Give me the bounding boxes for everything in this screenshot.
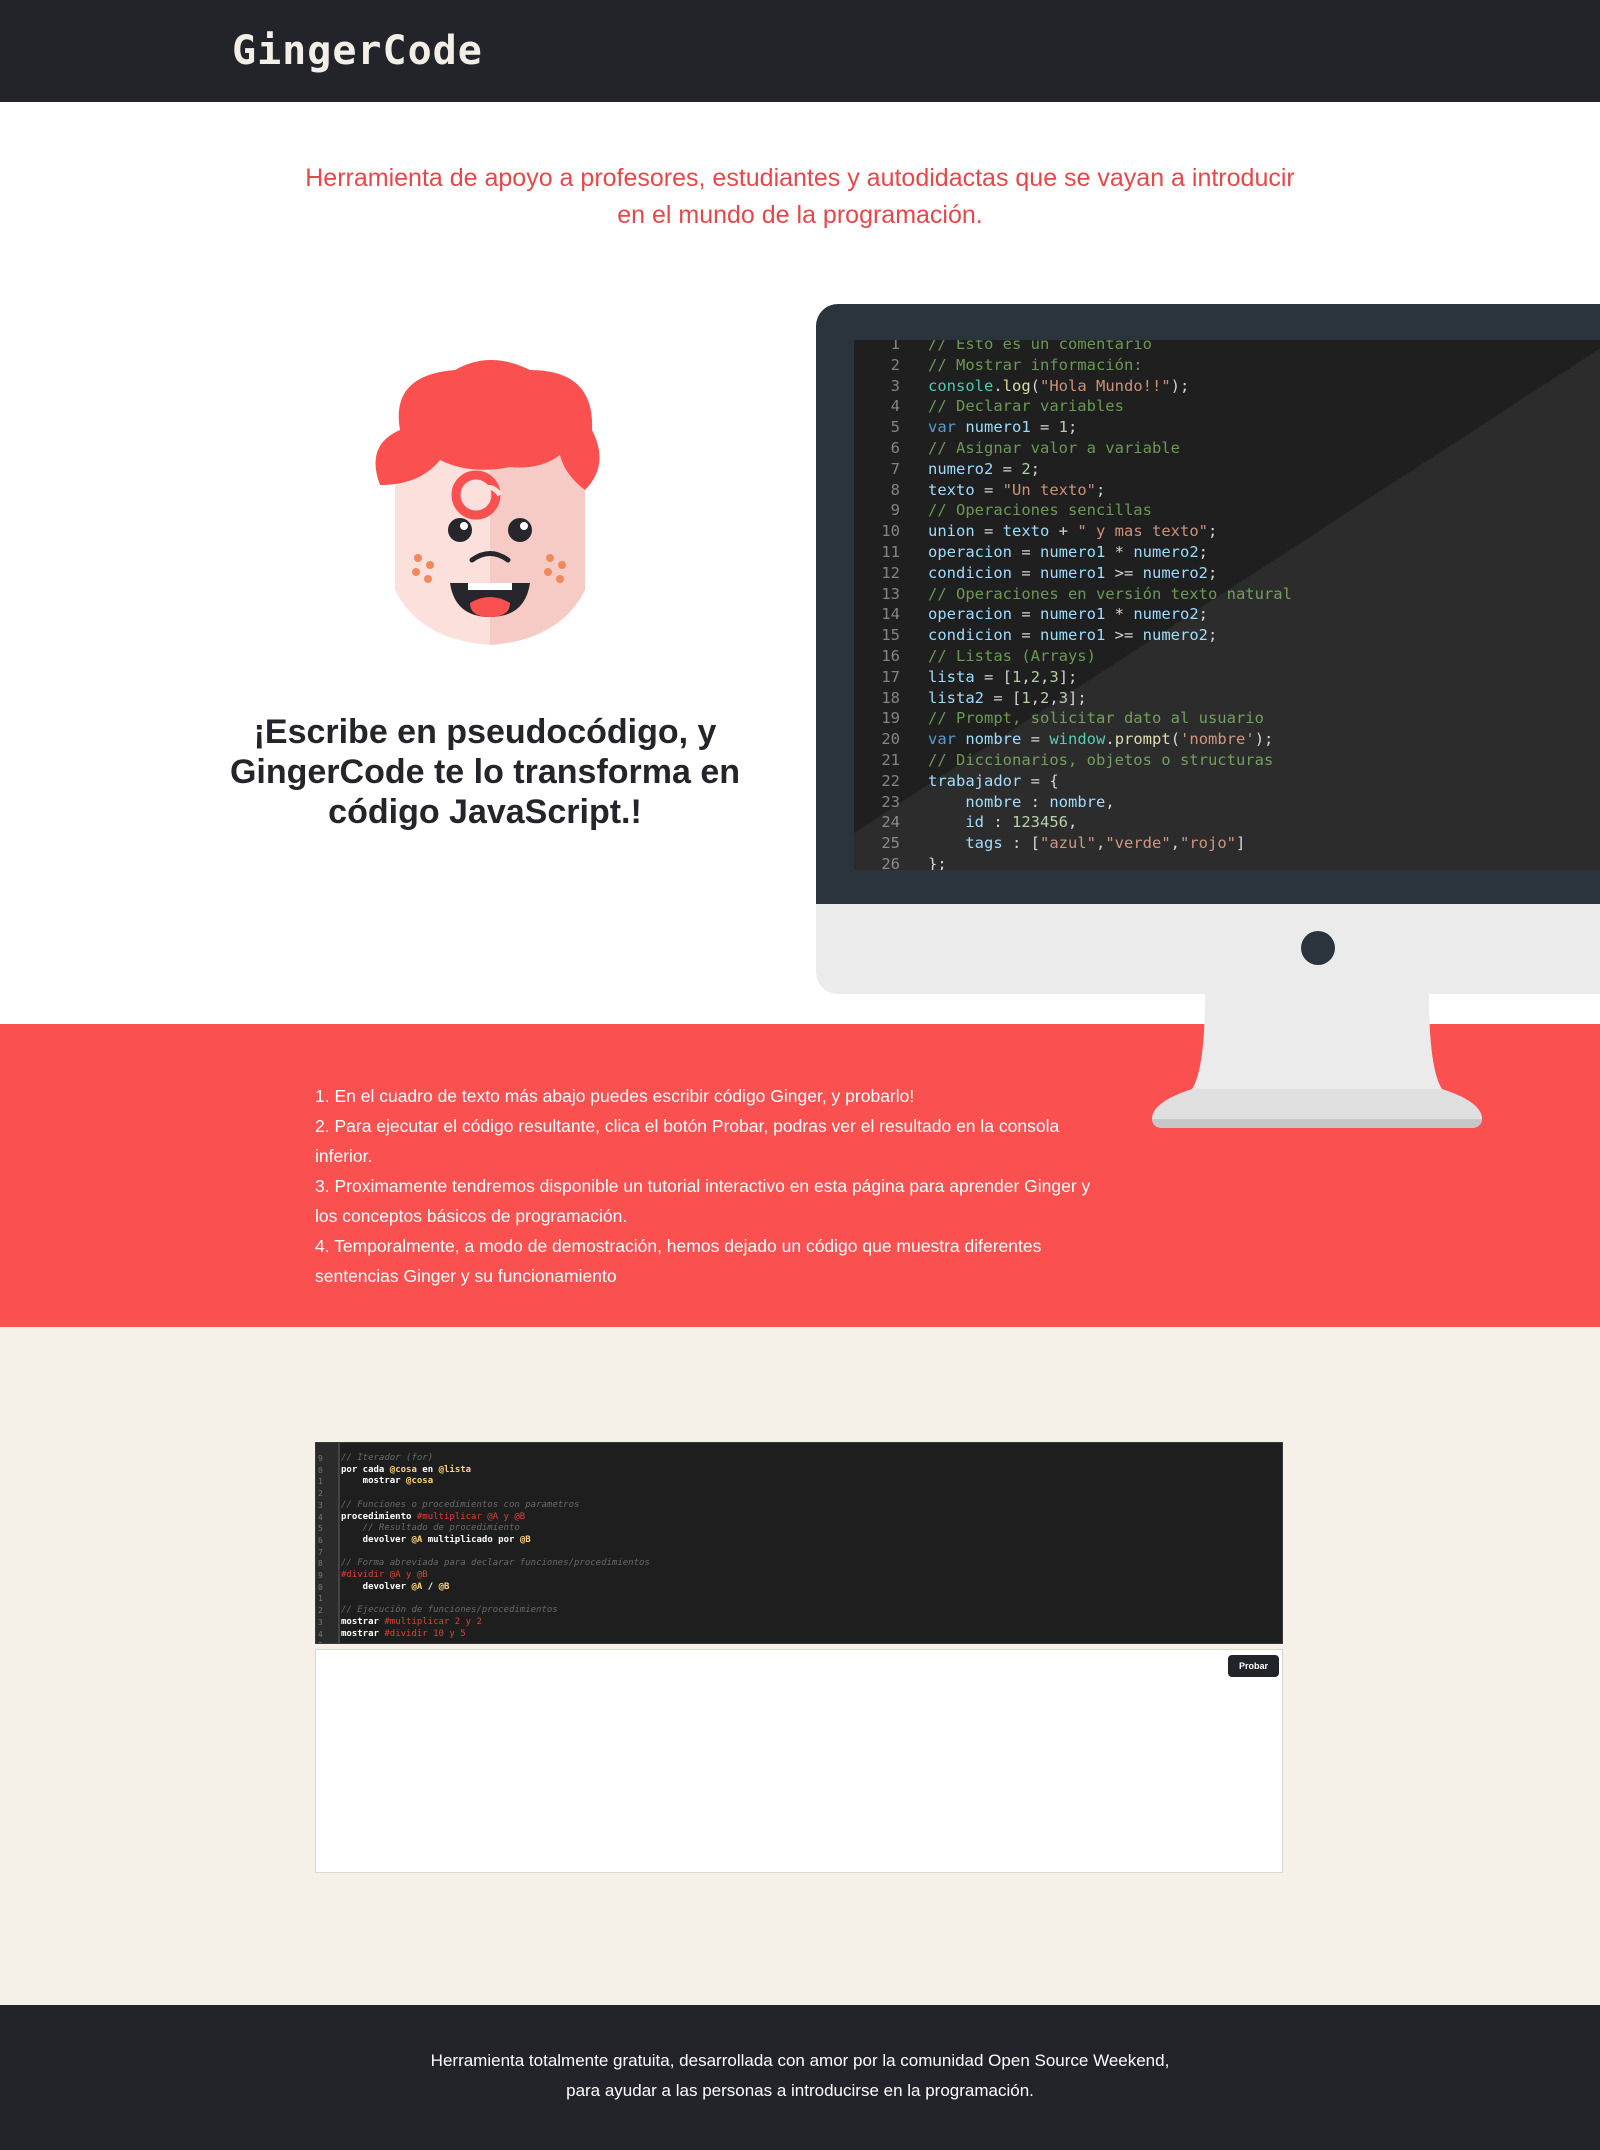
probar-button[interactable]: Probar: [1228, 1655, 1279, 1677]
instruction-item: 4. Temporalmente, a modo de demostración…: [315, 1236, 1042, 1286]
ginger-mascot-illustration: [375, 360, 600, 645]
code-screen: 1// Esto es un comentario 2// Mostrar in…: [854, 340, 1600, 870]
footer-text: Herramienta totalmente gratuita, desarro…: [300, 2046, 1300, 2106]
instruction-item: 1. En el cuadro de texto más abajo puede…: [315, 1086, 915, 1106]
footer-line: Herramienta totalmente gratuita, desarro…: [430, 2051, 1170, 2070]
instruction-item: 3. Proximamente tendremos disponible un …: [315, 1176, 1091, 1226]
instructions-list: 1. En el cuadro de texto más abajo puede…: [315, 1081, 1095, 1291]
tagline: Herramienta de apoyo a profesores, estud…: [305, 164, 1295, 229]
editor-code[interactable]: // Iterador (for) por cada @cosa en @lis…: [341, 1453, 650, 1640]
ginger-code-editor[interactable]: 9 0 1 2 3 4 5 6 7 8 9 0 1 2 3 4 5 6 // I…: [315, 1442, 1283, 1644]
monitor-chin: [816, 904, 1600, 994]
logo[interactable]: GingerCode: [232, 28, 483, 74]
monitor-power-icon: [1301, 931, 1335, 965]
monitor-stand: [1152, 994, 1482, 1128]
monitor-illustration: 1// Esto es un comentario 2// Mostrar in…: [816, 304, 1600, 994]
instruction-item: 2. Para ejecutar el código resultante, c…: [315, 1116, 1060, 1166]
output-console: [315, 1649, 1283, 1873]
top-bar: GingerCode: [0, 0, 1600, 102]
footer-line: para ayudar a las personas a introducirs…: [566, 2081, 1034, 2100]
hero-headline: ¡Escribe en pseudocódigo, y GingerCode t…: [229, 713, 741, 831]
editor-line-numbers: 9 0 1 2 3 4 5 6 7 8 9 0 1 2 3 4 5 6: [318, 1454, 323, 1643]
